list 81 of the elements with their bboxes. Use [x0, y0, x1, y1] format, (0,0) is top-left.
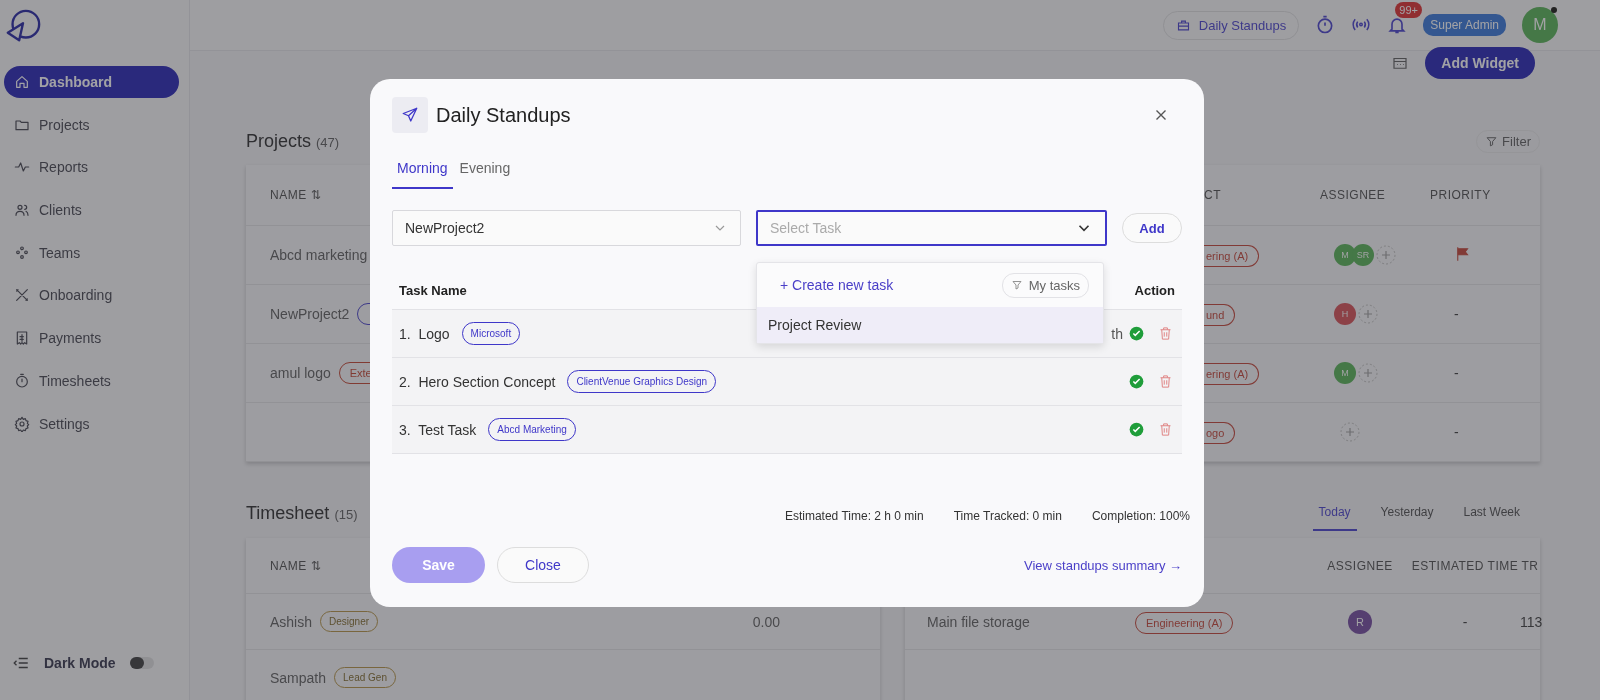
column-header: ASSIGNEE [1327, 558, 1393, 573]
view-summary-link[interactable]: View standups summary → [1024, 557, 1182, 573]
nav-item[interactable]: Onboarding [4, 279, 179, 312]
task-input[interactable]: Select Task [770, 220, 1030, 236]
column-header: NAME ⇅ [270, 558, 321, 573]
gear-icon [14, 415, 30, 432]
dialog-title: Daily Standups [436, 103, 572, 127]
nav-item[interactable]: Teams [4, 236, 179, 269]
priority-text: - [1454, 306, 1459, 322]
filter-icon [1010, 279, 1023, 291]
task-title: 3. Test Task [399, 421, 477, 438]
column-header: Action [1134, 283, 1175, 298]
assignee-avatar: M [1334, 244, 1356, 266]
shift-tab[interactable]: Morning [392, 153, 453, 189]
home-icon [14, 74, 30, 90]
bell-icon[interactable] [1387, 15, 1408, 35]
dark-mode-label: Dark Mode [44, 655, 116, 671]
task-title: 1. Logo [399, 325, 450, 342]
section-title: Projects (47) [246, 131, 340, 152]
nav-item[interactable]: Payments [4, 322, 179, 355]
task-select[interactable]: Select Task [756, 210, 1107, 246]
hours-value: 0.00 [752, 613, 780, 630]
close-button[interactable]: Close [497, 547, 589, 583]
column-header: ESTIMATED TIME [1411, 558, 1519, 573]
stat-text: Completion: 100% [1091, 509, 1190, 523]
project-name: NewProject2 [270, 306, 350, 322]
stopwatch-icon [14, 372, 30, 389]
trash-icon[interactable] [1158, 422, 1173, 437]
stat-text: Time Tracked: 0 min [953, 509, 1062, 523]
task-option[interactable]: Project Review [757, 307, 1103, 343]
add-button[interactable]: Add [1122, 213, 1182, 243]
nav-item[interactable]: Clients [4, 194, 179, 227]
period-tab[interactable]: Last Week [1457, 503, 1526, 529]
assignee-avatar: R [1348, 609, 1372, 634]
column-header: Task Name [399, 283, 467, 298]
section-title: Timesheet (15) [246, 503, 358, 524]
role-badge: Super Admin [1423, 14, 1506, 36]
my-tasks-filter[interactable]: My tasks [1001, 272, 1089, 298]
task-name: Main file storage [927, 613, 1031, 630]
column-header: TR [1521, 558, 1539, 573]
project-select[interactable]: NewProject2 [392, 210, 741, 246]
check-circle-icon[interactable] [1129, 326, 1144, 341]
assignee-avatar: H [1334, 303, 1356, 325]
person-name: Sampath [270, 669, 327, 686]
project-name: amul logo [270, 365, 331, 381]
person-name: Ashish [270, 613, 313, 630]
trash-icon[interactable] [1158, 326, 1173, 341]
assignee-avatar: SR [1352, 244, 1374, 266]
check-circle-icon[interactable] [1129, 422, 1144, 437]
column-header: PRIORITY [1430, 188, 1491, 202]
table-cell: th [1111, 325, 1123, 342]
priority-text: - [1454, 424, 1459, 440]
dark-mode-toggle[interactable] [129, 657, 154, 669]
send-icon [401, 106, 419, 124]
create-task-link[interactable]: + Create new task [780, 277, 894, 293]
shift-tab[interactable]: Evening [454, 153, 516, 189]
assignee-avatar: M [1334, 362, 1356, 384]
nav-item[interactable]: Reports [4, 151, 179, 184]
column-header: NAME ⇅ [269, 188, 321, 202]
priority-text: - [1454, 365, 1459, 381]
column-header: CT [1204, 188, 1221, 202]
nav-item[interactable]: Timesheets [4, 364, 179, 397]
stat-text: Estimated Time: 2 h 0 min [784, 509, 924, 523]
add-widget-button[interactable]: Add Widget [1425, 47, 1535, 79]
trash-icon[interactable] [1158, 374, 1173, 389]
nav-item[interactable]: Projects [4, 108, 179, 141]
period-tab[interactable]: Yesterday [1374, 503, 1440, 529]
users-icon [14, 202, 30, 219]
estimated-time: - [1462, 613, 1468, 630]
period-tab[interactable]: Today [1312, 503, 1357, 531]
project-name: Abcd marketing [270, 247, 368, 263]
notification-badge: 99+ [1395, 2, 1422, 18]
tracked-time: 113 [1520, 613, 1543, 630]
column-header: ASSIGNEE [1320, 188, 1386, 202]
check-circle-icon[interactable] [1129, 374, 1144, 389]
receipt-icon [14, 330, 30, 347]
daily-standups-button[interactable]: Daily Standups [1162, 10, 1300, 40]
filter-icon [1485, 135, 1499, 148]
nav-item[interactable]: Dashboard [4, 66, 179, 98]
nav-item[interactable]: Settings [4, 407, 179, 440]
briefcase-icon [1175, 17, 1191, 33]
